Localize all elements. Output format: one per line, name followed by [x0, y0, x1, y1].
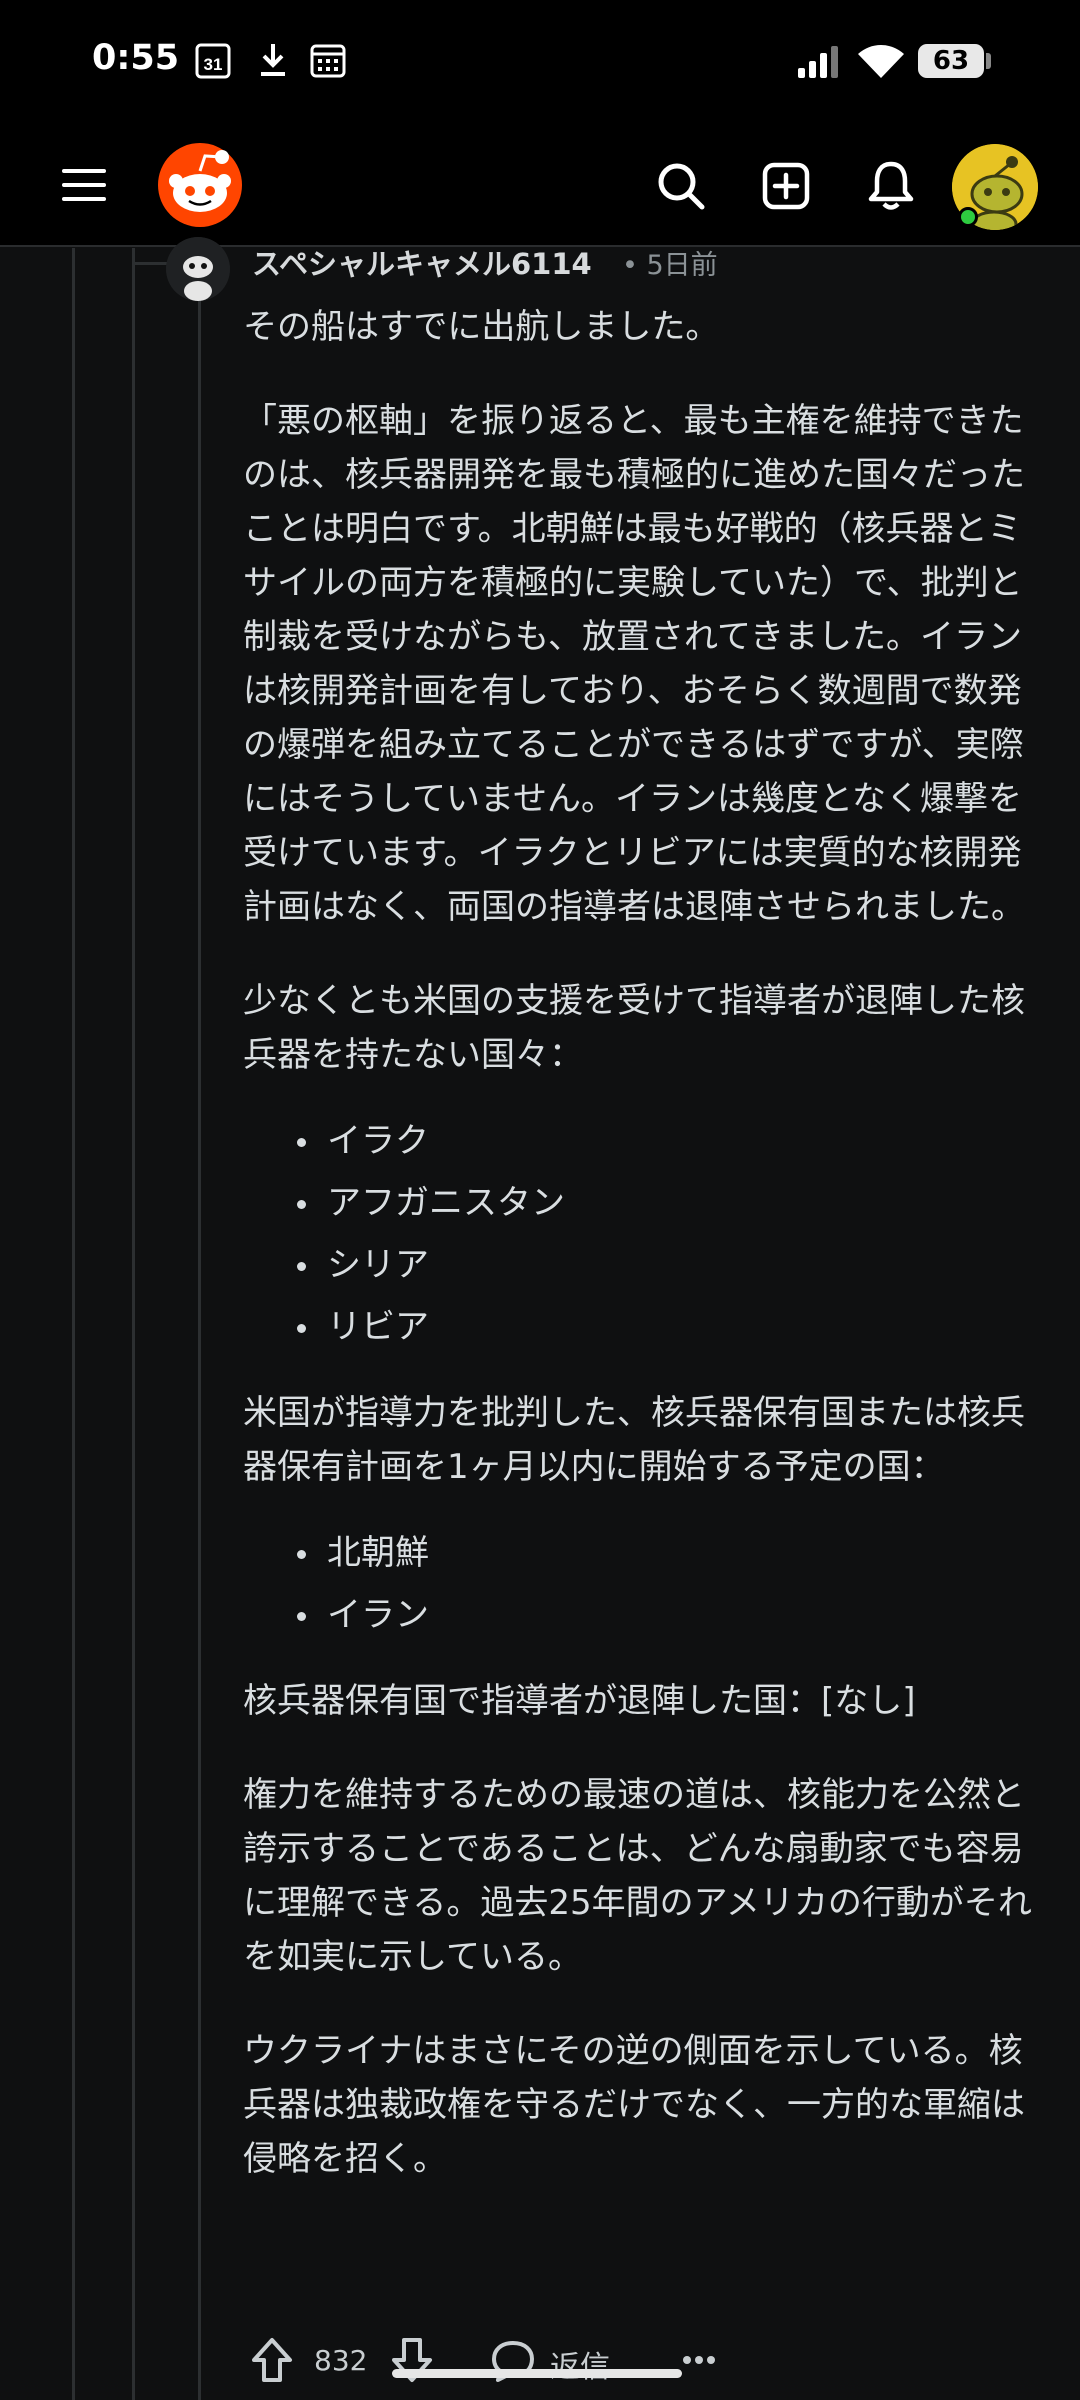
countries-list-1: イラク アフガニスタン シリア リビア [243, 1110, 1043, 1358]
list-item: イラン [243, 1584, 1043, 1646]
screen: 0:55 31 63 スペシャルキャメル6114 • 5日前 その船はすでに出航… [0, 0, 1080, 2400]
calendar-icon: 31 [195, 43, 231, 79]
comment-paragraph: その船はすでに出航しました。 [243, 307, 720, 347]
more-options-icon[interactable] [682, 2354, 716, 2366]
snoo-avatar-icon [166, 237, 230, 301]
list-item: リビア [243, 1296, 1043, 1358]
comment-paragraph: 少なくとも米国の支援を受けて指導者が退陣した核兵器を持たない国々： [243, 981, 1025, 1075]
comment-author[interactable]: スペシャルキャメル6114 [252, 241, 592, 283]
status-time: 0:55 [92, 38, 180, 78]
comment-paragraph: 核兵器保有国で指導者が退陣した国：[なし] [243, 1681, 916, 1721]
comment-paragraph: 米国が指導力を批判した、核兵器保有国または核兵器保有計画を1ヶ月以内に開始する予… [243, 1393, 1025, 1487]
calendar-grid-icon [310, 44, 346, 78]
thread-line-comment [198, 300, 201, 2400]
comment-age: • 5日前 [622, 250, 718, 281]
upvote-icon[interactable] [250, 2336, 294, 2384]
thread-line-middle [132, 248, 135, 2400]
home-indicator[interactable] [392, 2369, 682, 2378]
vote-count: 832 [314, 2344, 368, 2377]
status-bar: 0:55 31 63 [0, 0, 1080, 125]
wifi-icon [858, 45, 904, 78]
comment-body: その船はすでに出航しました。 「悪の枢軸」を振り返ると、最も主権を維持できたのは… [243, 300, 1043, 2226]
list-item: 北朝鮮 [243, 1522, 1043, 1584]
online-status-dot [958, 207, 978, 227]
calendar-day-text: 31 [204, 55, 223, 74]
comment-paragraph: 権力を維持するための最速の道は、核能力を公然と誇示することであることは、どんな扇… [243, 1775, 1032, 1977]
reply-button[interactable]: 返信 [550, 2342, 610, 2386]
notifications-icon[interactable] [866, 159, 916, 213]
comment-paragraph: ウクライナはまさにその逆の側面を示している。核兵器は独裁政権を守るだけでなく、一… [243, 2031, 1025, 2179]
download-icon [261, 44, 285, 76]
thread-line-outer [72, 248, 75, 2400]
countries-list-2: 北朝鮮 イラン [243, 1522, 1043, 1646]
comment-paragraph: 「悪の枢軸」を振り返ると、最も主権を維持できたのは、核兵器開発を最も積極的に進め… [243, 401, 1025, 927]
list-item: シリア [243, 1234, 1043, 1296]
menu-icon[interactable] [60, 161, 108, 209]
reddit-logo[interactable] [156, 141, 244, 229]
commenter-avatar[interactable] [166, 237, 230, 301]
battery-tip [986, 53, 991, 69]
app-bar [0, 125, 1080, 247]
list-item: アフガニスタン [243, 1172, 1043, 1234]
thread-connector [132, 262, 168, 265]
list-item: イラク [243, 1110, 1043, 1172]
create-post-icon[interactable] [762, 162, 810, 210]
search-icon[interactable] [655, 160, 707, 212]
signal-icon [798, 46, 838, 78]
battery-indicator: 63 [918, 44, 984, 78]
comment-action-bar: 832 返信 [250, 2330, 1050, 2390]
